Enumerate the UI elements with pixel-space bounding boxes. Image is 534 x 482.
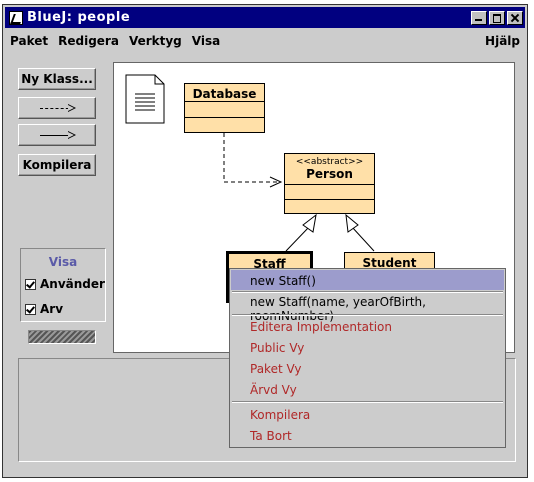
class-person-name: Person (306, 167, 353, 181)
menu-separator (232, 314, 503, 316)
menu-item-new-staff-args[interactable]: new Staff(name, yearOfBirth, roomNumber) (250, 295, 505, 323)
class-person-stereotype: <<abstract>> (295, 157, 364, 167)
menu-item-remove[interactable]: Ta Bort (250, 429, 292, 443)
menu-separator (232, 401, 503, 403)
menu-item-public-view[interactable]: Public Vy (250, 341, 304, 355)
class-person[interactable]: <<abstract>> Person (284, 153, 375, 214)
class-database-name: Database (192, 87, 257, 101)
menu-item-compile[interactable]: Kompilera (250, 408, 310, 422)
menu-item-package-view[interactable]: Paket Vy (250, 362, 301, 376)
menu-item-edit-implementation[interactable]: Editera Implementation (250, 320, 392, 334)
class-database[interactable]: Database (184, 83, 265, 133)
menu-item-new-staff[interactable]: new Staff() (250, 274, 316, 288)
class-context-menu: new Staff() new Staff(name, yearOfBirth,… (229, 268, 506, 448)
menu-item-inherited-view[interactable]: Ärvd Vy (250, 383, 297, 397)
menu-separator (232, 291, 503, 293)
